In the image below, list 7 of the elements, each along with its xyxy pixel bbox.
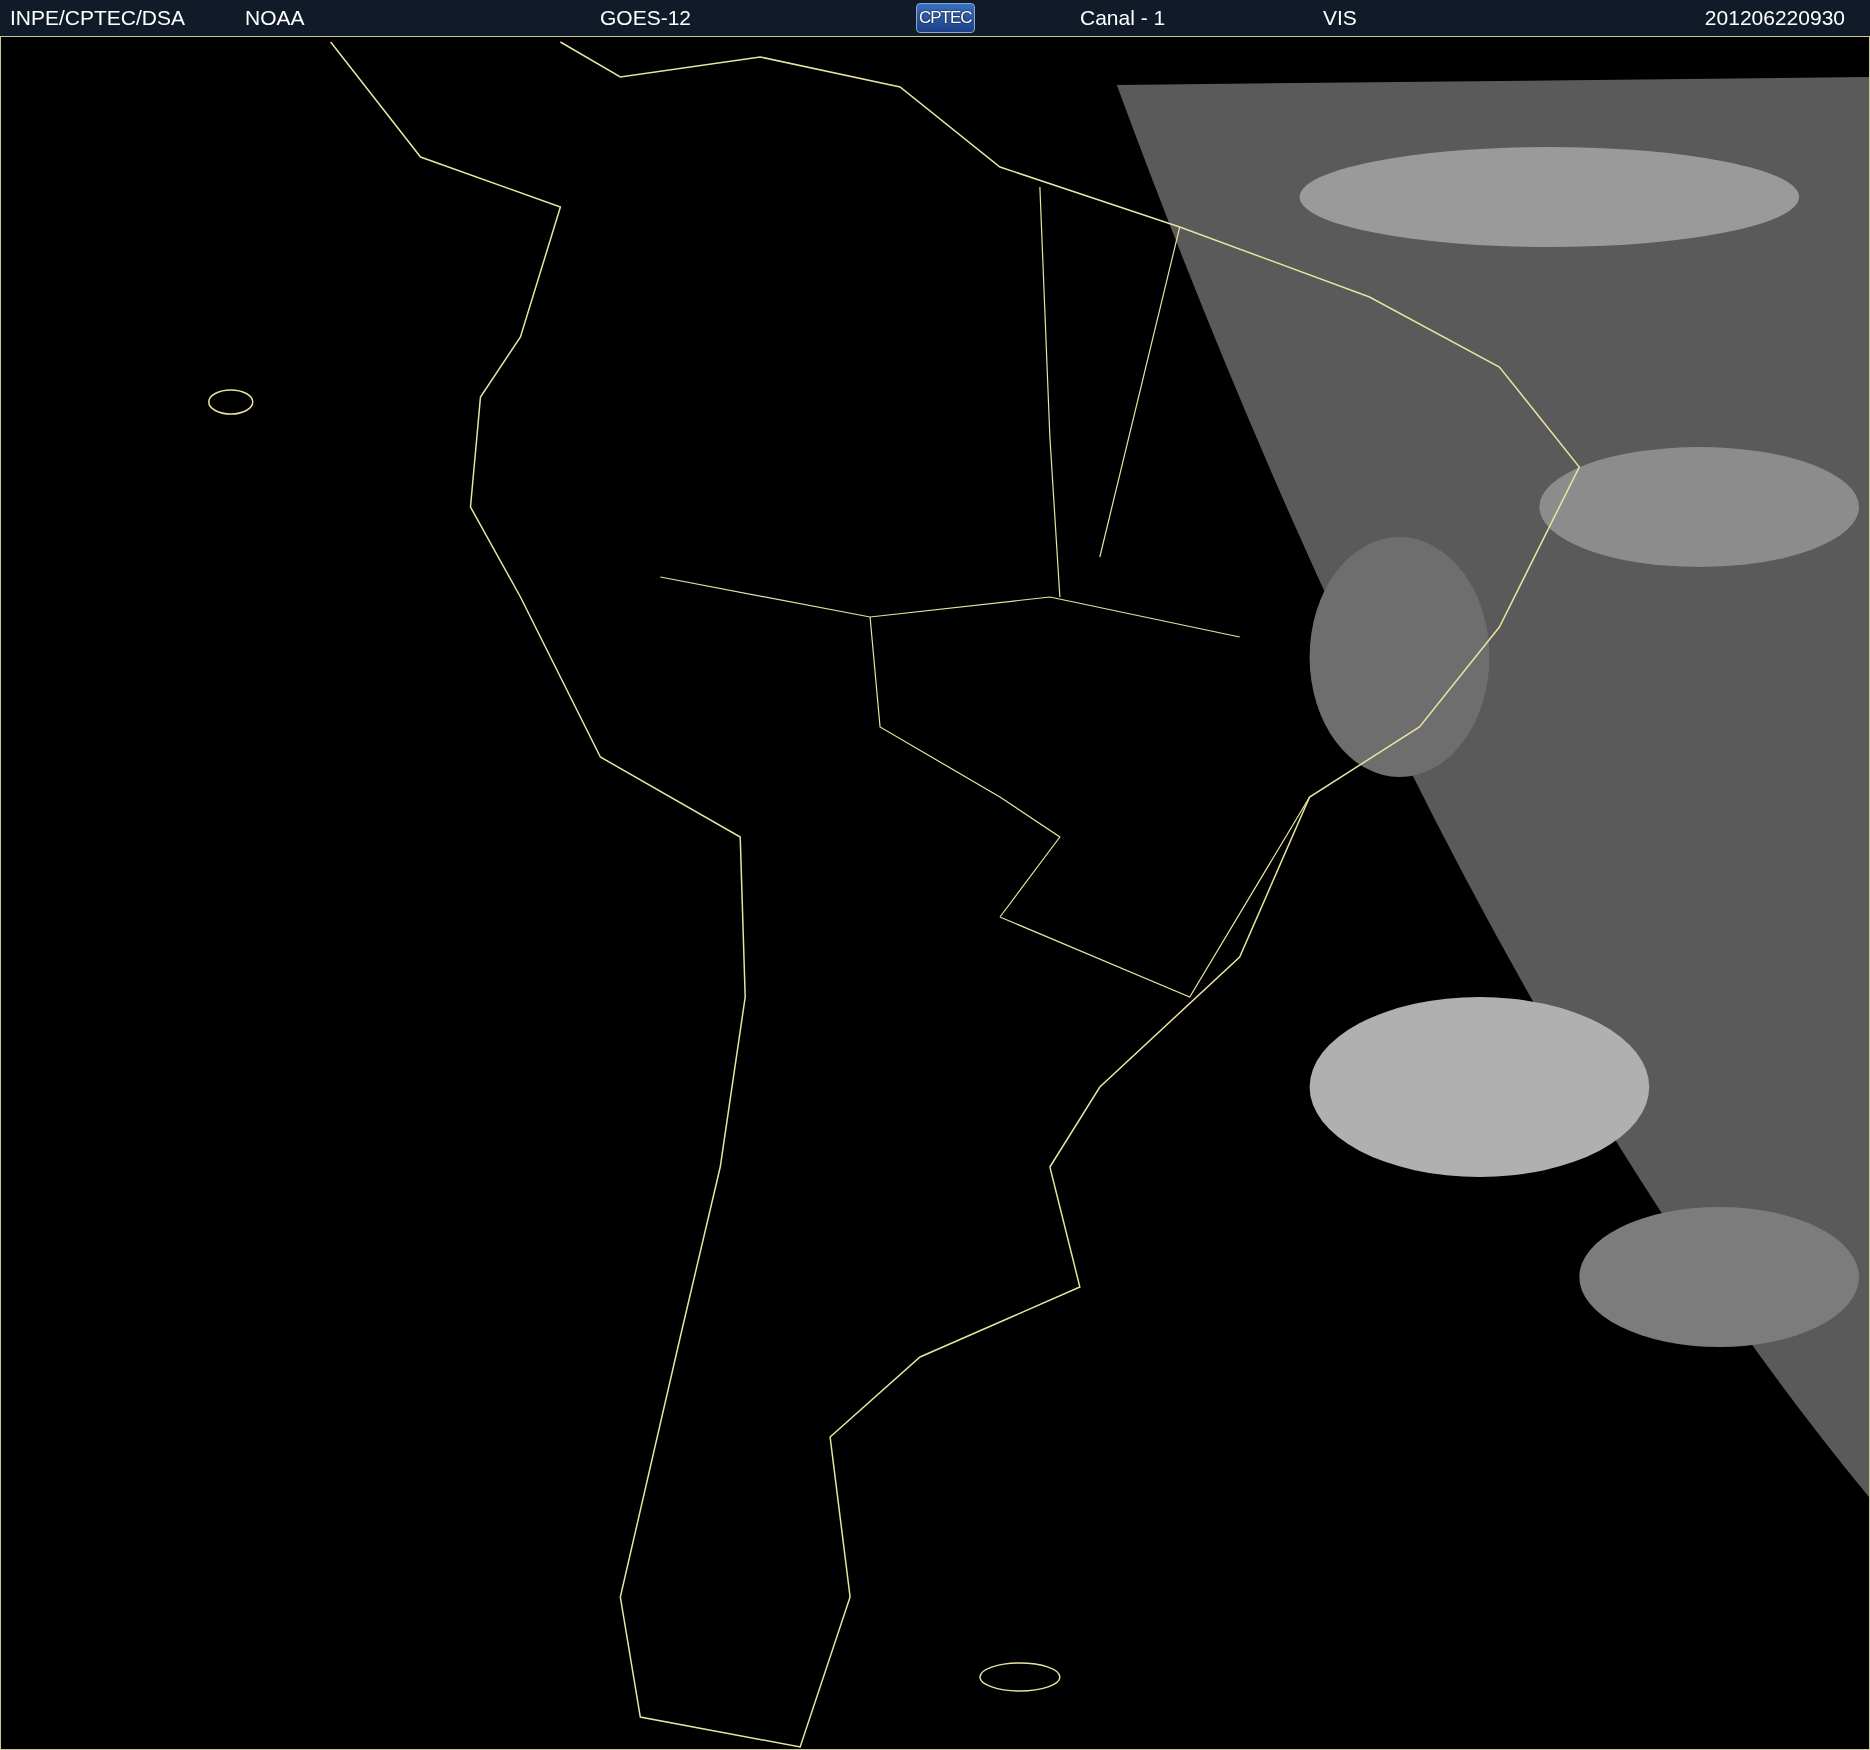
header-label: NOAA <box>245 6 305 30</box>
header-label: GOES-12 <box>600 6 692 30</box>
header-label: 201206220930 <box>1704 6 1845 30</box>
logo: CPTEC <box>916 3 975 33</box>
header-label: VIS <box>1323 6 1357 30</box>
header-label: Canal - 1 <box>1080 6 1166 30</box>
header-label: INPE/CPTEC/DSA <box>10 6 186 30</box>
